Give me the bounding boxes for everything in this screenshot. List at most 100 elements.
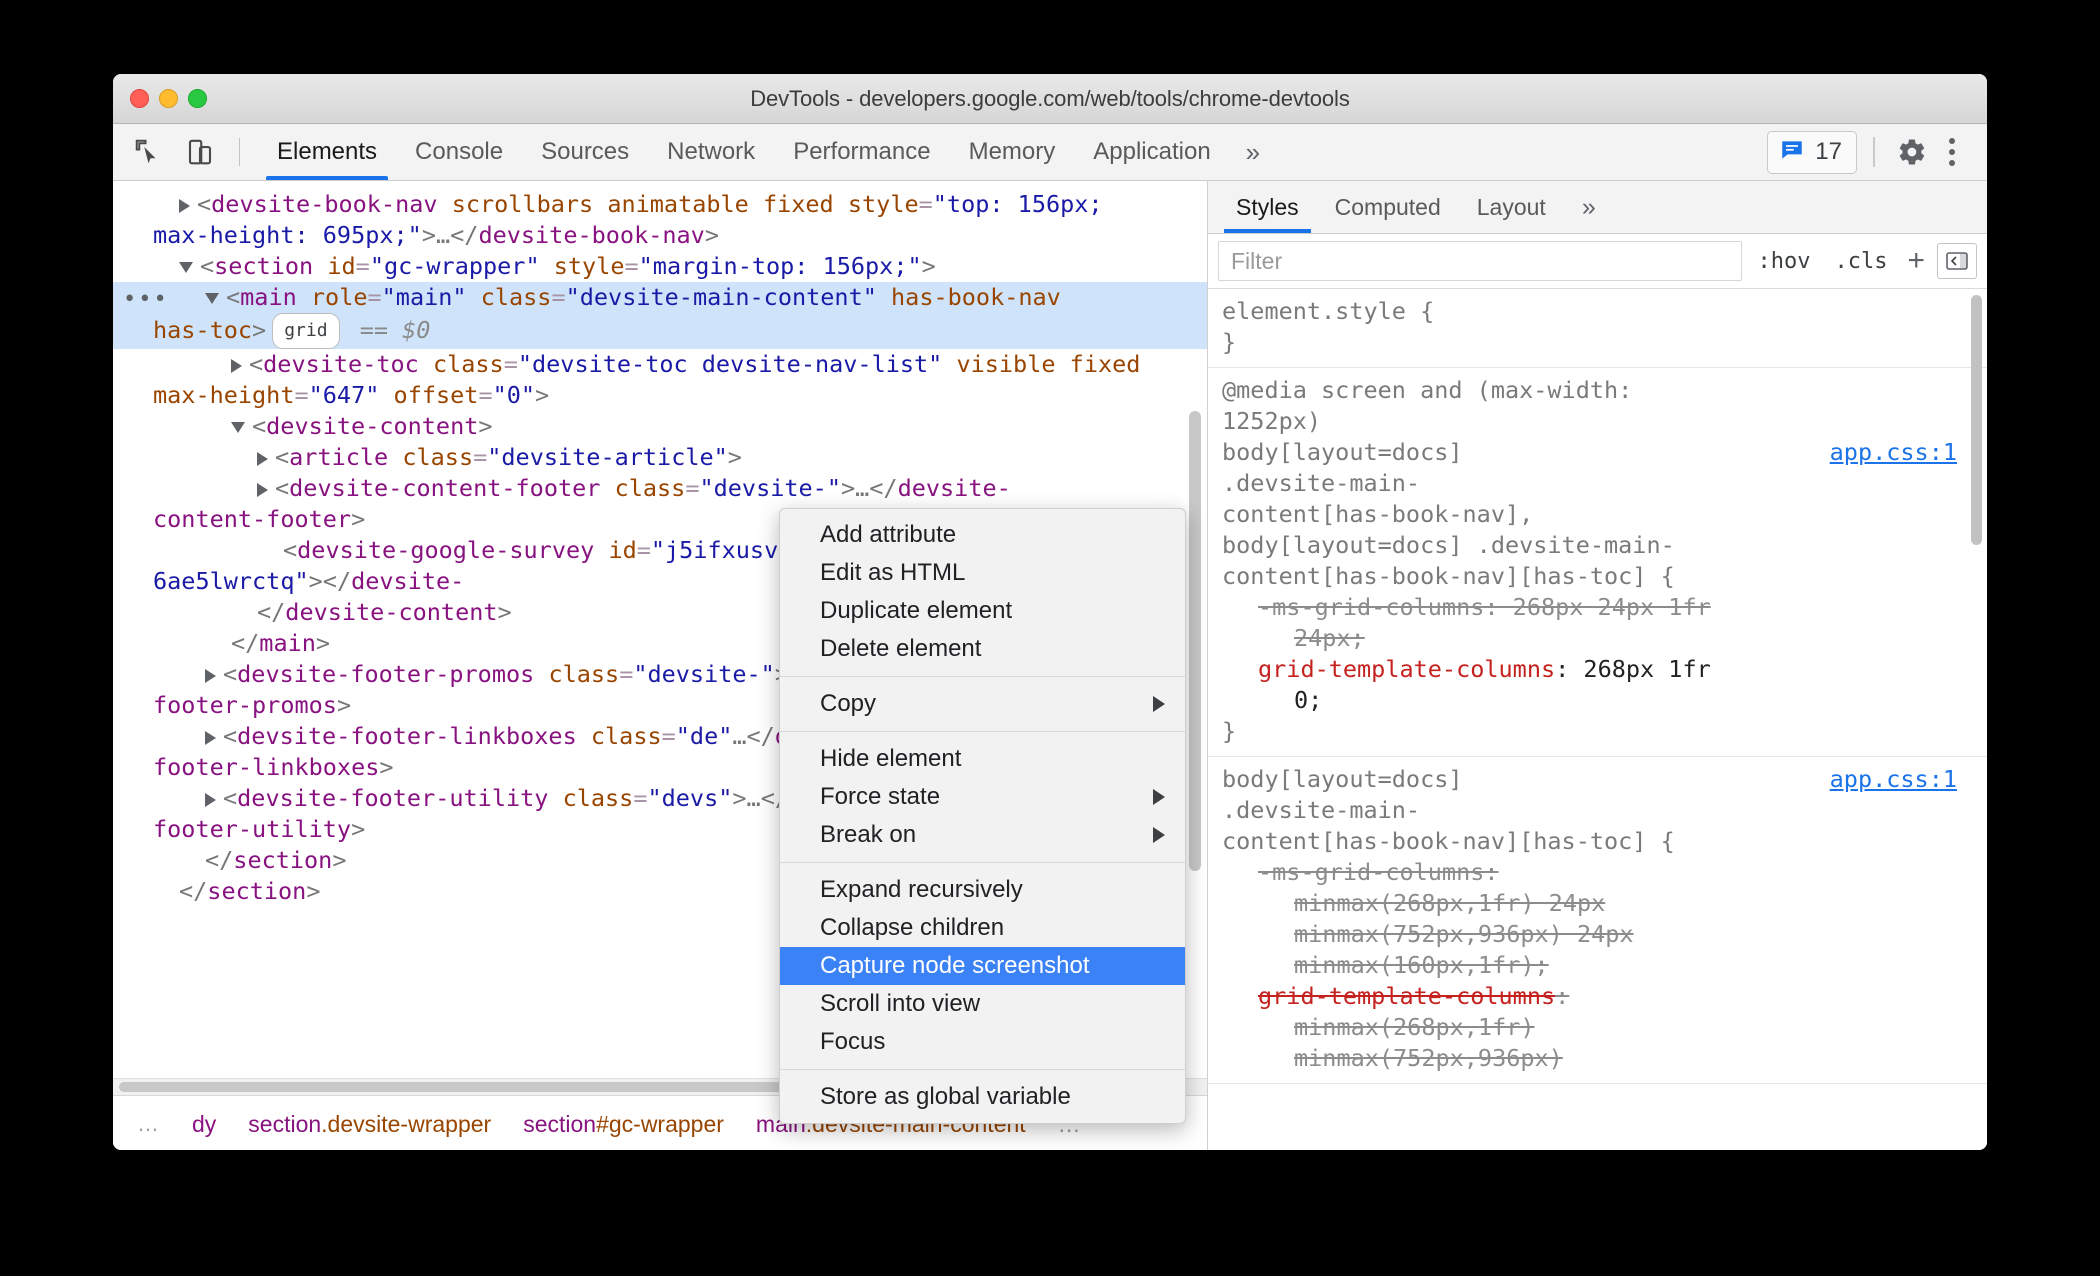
filter-input[interactable]: Filter (1218, 241, 1742, 281)
tab-elements[interactable]: Elements (258, 124, 396, 180)
dom-node-row[interactable]: <devsite-content> (113, 411, 1207, 442)
css-property[interactable]: -ms-grid-columns: 268px 24px 1fr (1258, 593, 1711, 621)
tab-application[interactable]: Application (1074, 124, 1229, 180)
css-property[interactable]: 0; (1294, 686, 1322, 714)
context-menu-item[interactable]: Edit as HTML (780, 554, 1185, 592)
css-rule[interactable]: element.style {} (1208, 289, 1987, 368)
chevron-right-icon[interactable] (205, 668, 216, 683)
css-selector[interactable]: content[has-book-nav][has-toc] { (1222, 826, 1973, 857)
chevron-right-icon[interactable] (205, 792, 216, 807)
css-rule[interactable]: body[layout=docs] app.css:1 .devsite-main-… (1208, 757, 1987, 1084)
css-property[interactable]: minmax(752px,936px) (1294, 1044, 1563, 1072)
styles-scrollbar[interactable] (1971, 295, 1982, 545)
context-menu-item[interactable]: Store as global variable (780, 1078, 1185, 1116)
new-style-rule-button[interactable]: + (1903, 244, 1929, 278)
toggle-sidebar-icon[interactable] (1937, 243, 1977, 279)
tab-memory[interactable]: Memory (950, 124, 1075, 180)
css-declaration[interactable]: 24px; (1222, 623, 1973, 654)
css-declaration[interactable]: minmax(268px,1fr) 24px (1222, 888, 1973, 919)
dom-node-row[interactable]: max-height: 695px;">…</devsite-book-nav> (113, 220, 1207, 251)
stylesheet-source-link[interactable]: app.css:1 (1830, 764, 1957, 795)
context-menu-item[interactable]: Delete element (780, 630, 1185, 668)
tab-layout[interactable]: Layout (1459, 181, 1564, 233)
css-selector[interactable]: content[has-book-nav], (1222, 499, 1973, 530)
context-menu-item[interactable]: Focus (780, 1023, 1185, 1061)
chevron-down-icon[interactable] (179, 262, 193, 273)
close-button[interactable] (130, 89, 149, 108)
context-menu-item[interactable]: Duplicate element (780, 592, 1185, 630)
css-selector[interactable]: element.style { (1222, 296, 1973, 327)
css-selector[interactable]: body[layout=docs] app.css:1 (1222, 764, 1973, 795)
css-selector[interactable]: content[has-book-nav][has-toc] { (1222, 561, 1973, 592)
context-menu-item[interactable]: Break on (780, 816, 1185, 854)
breadcrumb-item[interactable]: section#gc-wrapper (507, 1111, 740, 1138)
dom-node-row[interactable]: max-height="647" offset="0"> (113, 380, 1207, 411)
more-panels-icon[interactable]: » (1230, 124, 1276, 180)
css-property[interactable]: 24px; (1294, 624, 1365, 652)
more-options-icon[interactable] (1935, 138, 1969, 166)
css-declaration[interactable]: -ms-grid-columns: (1222, 857, 1973, 888)
context-menu-item[interactable]: Add attribute (780, 516, 1185, 554)
gear-icon[interactable] (1891, 131, 1933, 173)
css-rule[interactable]: @media screen and (max-width: 1252px) body… (1208, 368, 1987, 757)
css-declaration[interactable]: minmax(160px,1fr); (1222, 950, 1973, 981)
css-declaration[interactable]: minmax(752px,936px) (1222, 1043, 1973, 1074)
chevron-down-icon[interactable] (231, 422, 245, 433)
css-property[interactable]: minmax(268px,1fr) (1294, 1013, 1535, 1041)
css-property[interactable]: -ms-grid-columns: (1258, 858, 1499, 886)
minimize-button[interactable] (159, 89, 178, 108)
css-selector[interactable]: .devsite-main- (1222, 795, 1973, 826)
css-value[interactable]: : 268px 1fr (1555, 655, 1711, 683)
css-selector[interactable]: body[layout=docs] .devsite-main- (1222, 530, 1973, 561)
dom-node-row[interactable]: <devsite-toc class="devsite-toc devsite-… (113, 349, 1207, 380)
css-declaration[interactable]: grid-template-columns: 268px 1fr (1222, 654, 1973, 685)
context-menu-item[interactable]: Expand recursively (780, 871, 1185, 909)
breadcrumb-item[interactable]: dy (176, 1111, 232, 1138)
context-menu-item[interactable]: Hide element (780, 740, 1185, 778)
tab-console[interactable]: Console (396, 124, 522, 180)
dom-tree-scrollbar[interactable] (1189, 411, 1201, 871)
tab-styles[interactable]: Styles (1218, 181, 1317, 233)
css-property[interactable]: minmax(268px,1fr) 24px (1294, 889, 1605, 917)
chevron-right-icon[interactable] (179, 198, 190, 213)
css-selector[interactable]: body[layout=docs] app.css:1 (1222, 437, 1973, 468)
hov-toggle[interactable]: :hov (1750, 249, 1819, 274)
grid-badge[interactable]: grid (272, 313, 340, 349)
tab-computed[interactable]: Computed (1317, 181, 1459, 233)
device-toolbar-icon[interactable] (181, 133, 219, 171)
stylesheet-source-link[interactable]: app.css:1 (1830, 437, 1957, 468)
context-menu-item[interactable]: Capture node screenshot (780, 947, 1185, 985)
dom-node-row[interactable]: <devsite-book-nav scrollbars animatable … (113, 189, 1207, 220)
css-property[interactable]: grid-template-columns (1258, 655, 1555, 683)
css-property[interactable]: minmax(752px,936px) 24px (1294, 920, 1634, 948)
context-menu-item[interactable]: Copy (780, 685, 1185, 723)
css-declaration[interactable]: -ms-grid-columns: 268px 24px 1fr (1222, 592, 1973, 623)
css-value[interactable]: : (1555, 982, 1569, 1010)
breadcrumb-overflow-left[interactable]: … (123, 1111, 176, 1137)
zoom-button[interactable] (188, 89, 207, 108)
issues-counter-button[interactable]: 17 (1767, 130, 1857, 174)
chevron-right-icon[interactable] (257, 482, 268, 497)
context-menu-item[interactable]: Collapse children (780, 909, 1185, 947)
chevron-right-icon[interactable] (205, 730, 216, 745)
node-badge-dots[interactable]: ••• (123, 284, 169, 315)
dom-node-row[interactable]: <article class="devsite-article"> (113, 442, 1207, 473)
tab-sources[interactable]: Sources (522, 124, 648, 180)
dom-node-row[interactable]: ••• <main role="main" class="devsite-main… (113, 282, 1207, 313)
tab-performance[interactable]: Performance (774, 124, 949, 180)
tab-network[interactable]: Network (648, 124, 774, 180)
breadcrumb-item[interactable]: section.devsite-wrapper (232, 1111, 507, 1138)
chevron-right-icon[interactable] (257, 451, 268, 466)
chevron-right-icon[interactable] (231, 358, 242, 373)
css-selector[interactable]: .devsite-main- (1222, 468, 1973, 499)
dom-node-row[interactable]: <devsite-content-footer class="devsite-"… (113, 473, 1207, 504)
cls-toggle[interactable]: .cls (1826, 249, 1895, 274)
css-property[interactable]: grid-template-columns (1258, 982, 1555, 1010)
css-rules-list[interactable]: element.style {} @media screen and (max-w… (1208, 289, 1987, 1150)
css-property[interactable]: minmax(160px,1fr); (1294, 951, 1549, 979)
context-menu-item[interactable]: Force state (780, 778, 1185, 816)
css-declaration[interactable]: grid-template-columns: (1222, 981, 1973, 1012)
inspect-element-icon[interactable] (129, 133, 167, 171)
dom-node-row[interactable]: <section id="gc-wrapper" style="margin-t… (113, 251, 1207, 282)
css-declaration[interactable]: minmax(268px,1fr) (1222, 1012, 1973, 1043)
